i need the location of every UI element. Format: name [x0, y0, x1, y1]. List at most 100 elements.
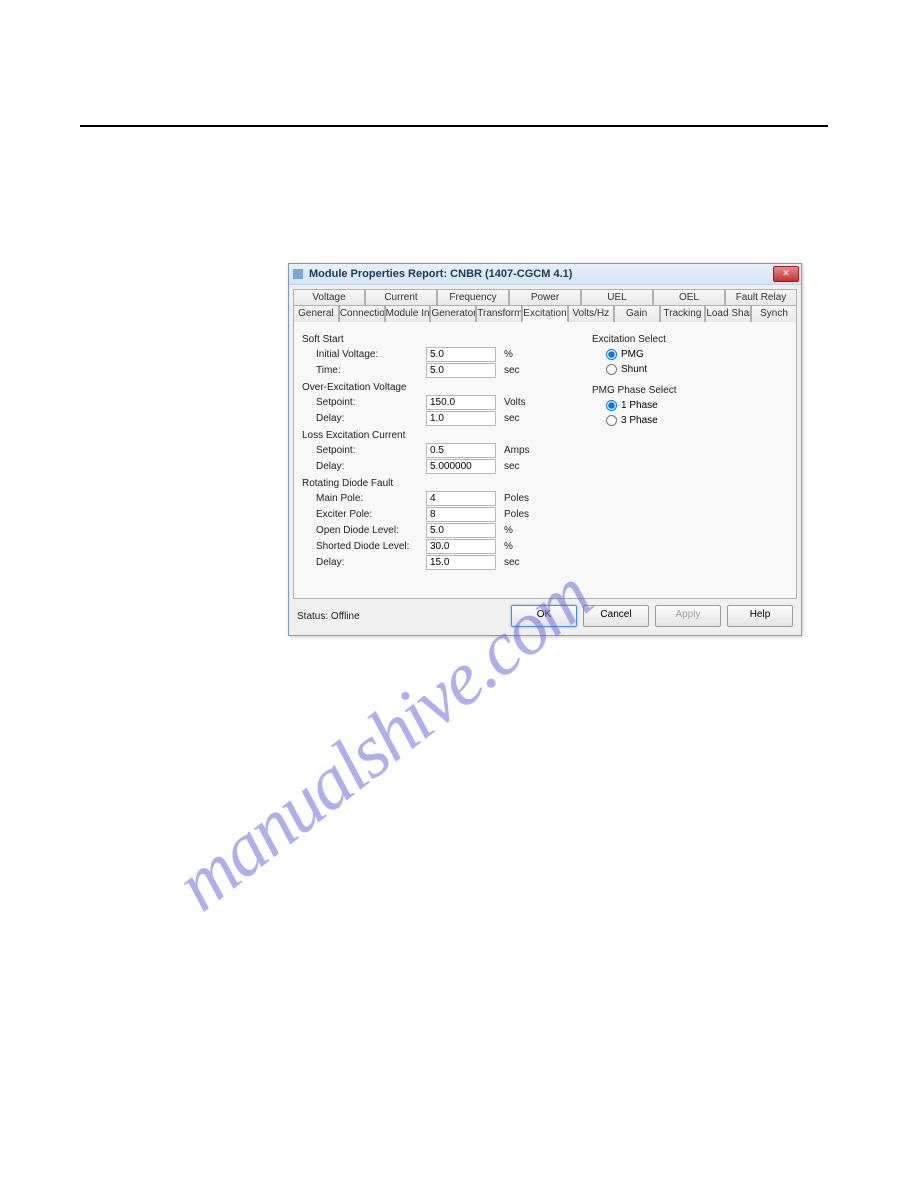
exciter-pole-label: Exciter Pole:: [302, 509, 426, 520]
tabs-row-1: Voltage Current Frequency Power UEL OEL …: [293, 289, 797, 305]
rotating-diode-heading: Rotating Diode Fault: [302, 478, 572, 489]
titlebar[interactable]: Module Properties Report: CNBR (1407-CGC…: [289, 264, 801, 285]
tab-load-share[interactable]: Load Share: [705, 305, 751, 322]
tab-excitation[interactable]: Excitation: [522, 305, 568, 322]
tab-gain[interactable]: Gain: [614, 305, 660, 322]
tab-volts-hz[interactable]: Volts/Hz: [568, 305, 614, 322]
lec-setpoint-label: Setpoint:: [302, 445, 426, 456]
open-diode-unit: %: [496, 525, 540, 536]
field-oev-delay: Delay: 1.0 sec: [302, 411, 572, 426]
tab-connection[interactable]: Connection: [339, 305, 385, 322]
app-icon: [293, 269, 303, 279]
oev-delay-input[interactable]: 1.0: [426, 411, 496, 426]
tab-synch[interactable]: Synch: [751, 305, 797, 322]
tab-module-info[interactable]: Module Info: [385, 305, 431, 322]
cancel-button[interactable]: Cancel: [583, 605, 649, 627]
radio-shunt-row: Shunt: [606, 362, 762, 377]
tab-oel[interactable]: OEL: [653, 289, 725, 305]
tab-tracking[interactable]: Tracking: [660, 305, 706, 322]
excitation-select-group: PMG Shunt: [606, 347, 762, 377]
radio-pmg-label: PMG: [621, 349, 644, 360]
tab-general[interactable]: General: [293, 305, 339, 322]
field-exciter-pole: Exciter Pole: 8 Poles: [302, 507, 572, 522]
oev-setpoint-unit: Volts: [496, 397, 540, 408]
over-excitation-heading: Over-Excitation Voltage: [302, 382, 572, 393]
field-lec-setpoint: Setpoint: 0.5 Amps: [302, 443, 572, 458]
shorted-diode-input[interactable]: 30.0: [426, 539, 496, 554]
pmg-phase-heading: PMG Phase Select: [592, 385, 762, 396]
tab-generator[interactable]: Generator: [430, 305, 476, 322]
dialog-footer: Status: Offline OK Cancel Apply Help: [289, 599, 801, 635]
ok-button[interactable]: OK: [511, 605, 577, 627]
tab-transformers[interactable]: Transformers: [476, 305, 522, 322]
open-diode-label: Open Diode Level:: [302, 525, 426, 536]
tab-current[interactable]: Current: [365, 289, 437, 305]
tab-body-excitation: Soft Start Initial Voltage: 5.0 % Time: …: [293, 322, 797, 599]
status-text: Status: Offline: [297, 611, 505, 622]
apply-button[interactable]: Apply: [655, 605, 721, 627]
field-main-pole: Main Pole: 4 Poles: [302, 491, 572, 506]
radio-3phase[interactable]: [606, 415, 617, 426]
page-divider: [80, 125, 828, 127]
status-value: Offline: [331, 611, 360, 622]
tab-fault-relay[interactable]: Fault Relay: [725, 289, 797, 305]
oev-delay-unit: sec: [496, 413, 540, 424]
right-column: Excitation Select PMG Shunt PMG Phase Se…: [592, 330, 762, 436]
excitation-select-heading: Excitation Select: [592, 334, 762, 345]
tab-voltage[interactable]: Voltage: [293, 289, 365, 305]
radio-3phase-row: 3 Phase: [606, 413, 762, 428]
time-input[interactable]: 5.0: [426, 363, 496, 378]
radio-1phase[interactable]: [606, 400, 617, 411]
time-label: Time:: [302, 365, 426, 376]
exciter-pole-input[interactable]: 8: [426, 507, 496, 522]
radio-1phase-label: 1 Phase: [621, 400, 658, 411]
oev-setpoint-label: Setpoint:: [302, 397, 426, 408]
time-unit: sec: [496, 365, 540, 376]
shorted-diode-label: Shorted Diode Level:: [302, 541, 426, 552]
lec-setpoint-input[interactable]: 0.5: [426, 443, 496, 458]
open-diode-input[interactable]: 5.0: [426, 523, 496, 538]
tab-frequency[interactable]: Frequency: [437, 289, 509, 305]
initial-voltage-input[interactable]: 5.0: [426, 347, 496, 362]
oev-delay-label: Delay:: [302, 413, 426, 424]
module-properties-dialog: Module Properties Report: CNBR (1407-CGC…: [288, 263, 802, 636]
radio-shunt-label: Shunt: [621, 364, 647, 375]
field-shorted-diode: Shorted Diode Level: 30.0 %: [302, 539, 572, 554]
close-button[interactable]: ✕: [773, 266, 799, 282]
status-label: Status:: [297, 611, 328, 622]
radio-pmg[interactable]: [606, 349, 617, 360]
radio-3phase-label: 3 Phase: [621, 415, 658, 426]
left-column: Soft Start Initial Voltage: 5.0 % Time: …: [302, 330, 572, 571]
loss-excitation-heading: Loss Excitation Current: [302, 430, 572, 441]
tabs-row-2: General Connection Module Info Generator…: [293, 305, 797, 322]
pmg-phase-group: 1 Phase 3 Phase: [606, 398, 762, 428]
radio-shunt[interactable]: [606, 364, 617, 375]
exciter-pole-unit: Poles: [496, 509, 540, 520]
field-oev-setpoint: Setpoint: 150.0 Volts: [302, 395, 572, 410]
shorted-diode-unit: %: [496, 541, 540, 552]
main-pole-label: Main Pole:: [302, 493, 426, 504]
tab-uel[interactable]: UEL: [581, 289, 653, 305]
field-time: Time: 5.0 sec: [302, 363, 572, 378]
rdf-delay-input[interactable]: 15.0: [426, 555, 496, 570]
field-rdf-delay: Delay: 15.0 sec: [302, 555, 572, 570]
help-button[interactable]: Help: [727, 605, 793, 627]
oev-setpoint-input[interactable]: 150.0: [426, 395, 496, 410]
main-pole-input[interactable]: 4: [426, 491, 496, 506]
window-title: Module Properties Report: CNBR (1407-CGC…: [309, 268, 572, 280]
lec-setpoint-unit: Amps: [496, 445, 540, 456]
tab-power[interactable]: Power: [509, 289, 581, 305]
field-initial-voltage: Initial Voltage: 5.0 %: [302, 347, 572, 362]
tabs-container: Voltage Current Frequency Power UEL OEL …: [289, 285, 801, 599]
field-open-diode: Open Diode Level: 5.0 %: [302, 523, 572, 538]
rdf-delay-label: Delay:: [302, 557, 426, 568]
field-lec-delay: Delay: 5.000000 sec: [302, 459, 572, 474]
lec-delay-label: Delay:: [302, 461, 426, 472]
initial-voltage-label: Initial Voltage:: [302, 349, 426, 360]
radio-pmg-row: PMG: [606, 347, 762, 362]
main-pole-unit: Poles: [496, 493, 540, 504]
lec-delay-input[interactable]: 5.000000: [426, 459, 496, 474]
initial-voltage-unit: %: [496, 349, 540, 360]
rdf-delay-unit: sec: [496, 557, 540, 568]
lec-delay-unit: sec: [496, 461, 540, 472]
